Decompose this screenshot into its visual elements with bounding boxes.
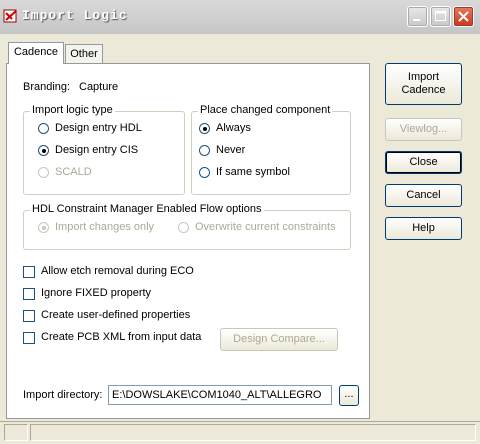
place-changed-component-group [191,111,351,195]
radio-design-entry-hdl[interactable] [38,123,49,134]
checkbox-allow-etch-removal[interactable] [23,266,35,278]
import-directory-input[interactable]: E:\DOWSLAKE\COM1040_ALT\ALLEGRO [108,385,332,405]
help-button-label: Help [412,222,435,234]
maximize-icon [435,11,446,21]
import-cadence-button-line2: Cadence [401,84,446,96]
design-compare-button-label: Design Compare... [233,333,325,345]
viewlog-button-label: Viewlog... [399,123,448,135]
browse-directory-button[interactable]: ... [339,385,359,406]
tab-other[interactable]: Other [65,44,103,64]
radio-overwrite-current-constraints-label: Overwrite current constraints [195,221,336,233]
cancel-button[interactable]: Cancel [385,184,462,207]
radio-scald-label: SCALD [55,166,92,178]
help-button[interactable]: Help [385,217,462,240]
cancel-button-label: Cancel [406,189,441,201]
window-title: Import Logic [22,8,128,23]
status-bar [0,421,480,444]
import-cadence-button-line1: Import [407,71,440,83]
checkbox-ignore-fixed-property[interactable] [23,288,35,300]
radio-import-changes-only-label: Import changes only [55,221,155,233]
hdl-constraint-legend: HDL Constraint Manager Enabled Flow opti… [30,203,264,215]
close-icon [458,11,469,22]
tab-other-label: Other [70,48,98,60]
radio-never-label[interactable]: Never [216,144,245,157]
radio-overwrite-current-constraints [178,222,189,233]
status-pane-2 [30,424,476,441]
checkbox-create-user-defined-properties-label[interactable]: Create user-defined properties [41,309,190,322]
title-bar[interactable]: Import Logic [0,0,480,34]
browse-directory-button-label: ... [344,388,354,400]
radio-if-same-symbol[interactable] [199,167,210,178]
radio-never[interactable] [199,145,210,156]
close-window-button[interactable] [453,6,474,27]
radio-if-same-symbol-label[interactable]: If same symbol [216,166,290,179]
viewlog-button: Viewlog... [385,118,462,141]
radio-scald [38,167,49,178]
import-cadence-button[interactable]: Import Cadence [385,63,462,105]
import-directory-label: Import directory: [23,389,103,401]
tab-cadence[interactable]: Cadence [8,42,64,64]
close-button-label: Close [409,156,438,168]
radio-import-changes-only [38,222,49,233]
branding-label: Branding: [23,81,71,93]
checkbox-create-pcb-xml-label[interactable]: Create PCB XML from input data [41,331,201,344]
radio-always-label[interactable]: Always [216,122,251,135]
checkbox-create-user-defined-properties[interactable] [23,310,35,322]
tab-cadence-label: Cadence [13,46,59,58]
status-pane-1 [4,424,28,441]
import-logic-type-legend: Import logic type [30,104,115,116]
radio-design-entry-cis[interactable] [38,145,49,156]
checkbox-create-pcb-xml[interactable] [23,332,35,344]
minimize-icon [413,19,420,21]
radio-design-entry-hdl-label[interactable]: Design entry HDL [55,122,142,135]
radio-always[interactable] [199,123,210,134]
maximize-button[interactable] [430,6,451,27]
checkbox-allow-etch-removal-label[interactable]: Allow etch removal during ECO [41,265,194,278]
design-compare-button: Design Compare... [220,328,338,351]
close-button[interactable]: Close [385,151,462,174]
import-logic-app-icon [3,9,17,23]
place-changed-component-legend: Place changed component [198,104,333,116]
checkbox-ignore-fixed-property-label[interactable]: Ignore FIXED property [41,287,151,300]
radio-design-entry-cis-label[interactable]: Design entry CIS [55,144,138,157]
minimize-button[interactable] [407,6,428,27]
branding-value: Capture [79,81,119,93]
